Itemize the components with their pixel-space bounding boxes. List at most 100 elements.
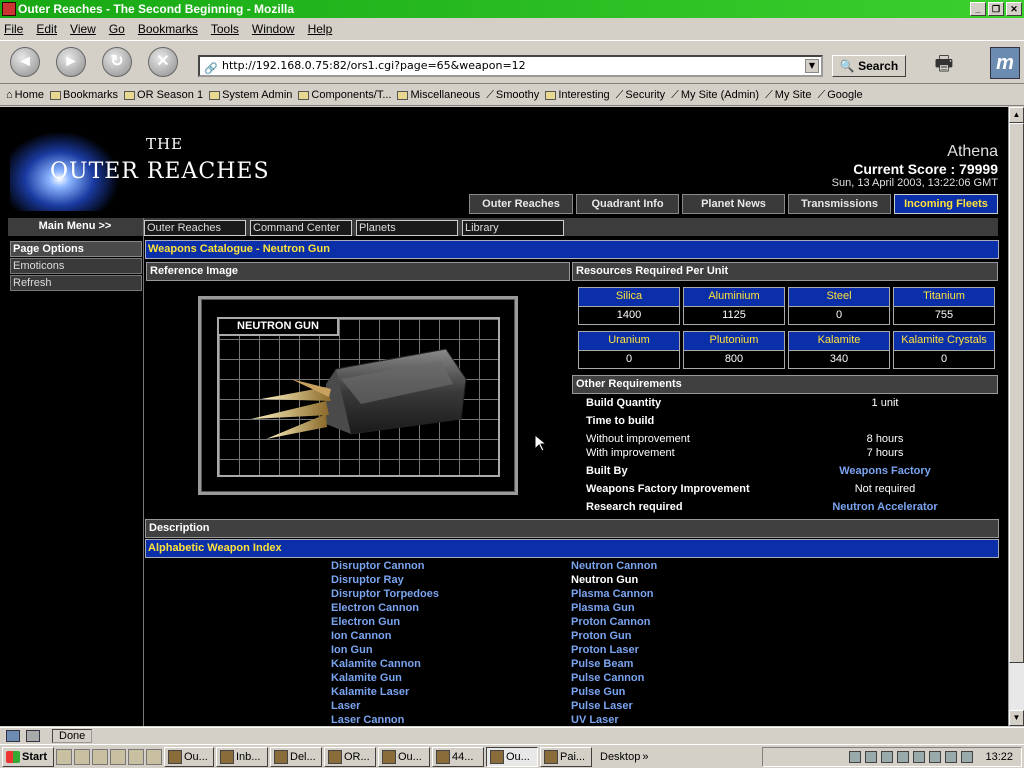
bookmark-security[interactable]: ⟋ Security <box>616 89 665 102</box>
connection-icon[interactable] <box>26 729 40 742</box>
weapon-link[interactable]: Ion Cannon <box>331 629 439 643</box>
bookmark-home[interactable]: ⌂ Home <box>6 89 44 101</box>
nav-emoticons[interactable]: Emoticons <box>10 258 142 274</box>
scroll-up-icon[interactable]: ▲ <box>1009 107 1024 123</box>
taskbar-task[interactable]: Pai... <box>540 746 592 767</box>
tab-planet-news[interactable]: Planet News <box>682 194 785 214</box>
weapon-link[interactable]: Ion Gun <box>331 643 439 657</box>
tab-outer-reaches[interactable]: Outer Reaches <box>469 194 573 214</box>
quicklaunch-icon[interactable] <box>110 748 126 765</box>
tab-quadrant-info[interactable]: Quadrant Info <box>576 194 679 214</box>
scroll-thumb[interactable] <box>1009 123 1024 663</box>
taskbar-task[interactable]: Del... <box>270 746 322 767</box>
menu-help[interactable]: Help <box>308 22 333 36</box>
chevron-right-icon[interactable]: » <box>642 751 648 763</box>
research-required-link[interactable]: Neutron Accelerator <box>760 501 1008 513</box>
clock[interactable]: 13:22 <box>985 751 1013 763</box>
weapon-link[interactable]: Proton Cannon <box>571 615 657 629</box>
mozilla-app-icon[interactable] <box>2 2 16 16</box>
bookmark-miscellaneous[interactable]: Miscellaneous <box>397 89 480 101</box>
scroll-down-icon[interactable]: ▼ <box>1009 710 1024 726</box>
outer-reaches-logo[interactable]: THE OUTER REACHES <box>10 121 280 213</box>
tray-icon[interactable] <box>849 751 862 763</box>
bookmark-smoothy[interactable]: ⟋ Smoothy <box>486 89 539 102</box>
weapon-link[interactable]: Disruptor Ray <box>331 573 439 587</box>
bookmark-my-site[interactable]: ⟋ My Site <box>765 89 811 102</box>
nav-refresh[interactable]: Refresh <box>10 275 142 291</box>
bookmark-my-site-admin[interactable]: ⟋ My Site (Admin) <box>671 89 759 102</box>
reload-button[interactable]: ↻ <box>102 47 132 77</box>
weapon-link[interactable]: Laser <box>331 699 439 713</box>
page-scrollbar[interactable]: ▲ ▼ <box>1008 107 1024 726</box>
subtab-library[interactable]: Library <box>462 220 564 236</box>
mozilla-status-icon[interactable] <box>6 729 20 742</box>
quicklaunch-icon[interactable] <box>128 748 144 765</box>
weapon-link[interactable]: Neutron Cannon <box>571 559 657 573</box>
subtab-outer-reaches[interactable]: Outer Reaches <box>144 220 246 236</box>
menu-window[interactable]: Window <box>252 22 295 36</box>
weapon-link[interactable]: Pulse Laser <box>571 699 657 713</box>
weapon-link[interactable]: Proton Laser <box>571 643 657 657</box>
bookmark-components[interactable]: Components/T... <box>298 89 391 101</box>
tray-icon[interactable] <box>913 751 926 763</box>
tray-icon[interactable] <box>897 751 910 763</box>
search-button[interactable]: 🔍 Search <box>832 55 906 77</box>
weapon-link[interactable]: Pulse Beam <box>571 657 657 671</box>
back-button[interactable]: ◄ <box>10 47 40 77</box>
weapon-link[interactable]: Kalamite Cannon <box>331 657 439 671</box>
stop-button[interactable]: ✕ <box>148 47 178 77</box>
print-icon[interactable]: 🖶 <box>930 49 958 77</box>
taskbar-task[interactable]: 44... <box>432 746 484 767</box>
quicklaunch-icon[interactable] <box>92 748 108 765</box>
weapon-link[interactable]: Proton Gun <box>571 629 657 643</box>
tab-transmissions[interactable]: Transmissions <box>788 194 891 214</box>
weapon-link[interactable]: Disruptor Cannon <box>331 559 439 573</box>
weapon-link[interactable]: Electron Gun <box>331 615 439 629</box>
taskbar-task-active[interactable]: Ou... <box>486 746 538 767</box>
bookmark-bookmarks[interactable]: Bookmarks <box>50 89 118 101</box>
weapon-link[interactable]: Disruptor Torpedoes <box>331 587 439 601</box>
built-by-link[interactable]: Weapons Factory <box>760 465 1008 477</box>
weapon-link[interactable]: Pulse Gun <box>571 685 657 699</box>
taskbar-task[interactable]: OR... <box>324 746 376 767</box>
quicklaunch-icon[interactable] <box>146 748 162 765</box>
forward-button[interactable]: ► <box>56 47 86 77</box>
weapon-link[interactable]: UV Laser <box>571 713 657 726</box>
taskbar-task[interactable]: Ou... <box>378 746 430 767</box>
volume-icon[interactable] <box>961 751 974 763</box>
menu-go[interactable]: Go <box>109 22 125 36</box>
main-menu-label[interactable]: Main Menu >> <box>8 218 142 236</box>
desktop-toolbar[interactable]: Desktop » <box>600 751 648 763</box>
start-button[interactable]: Start <box>2 746 54 767</box>
tab-incoming-fleets[interactable]: Incoming Fleets <box>894 194 998 214</box>
menu-view[interactable]: View <box>70 22 96 36</box>
bookmark-system-admin[interactable]: System Admin <box>209 89 292 101</box>
url-dropdown-icon[interactable]: ▼ <box>805 59 819 73</box>
tray-icon[interactable] <box>945 751 958 763</box>
weapon-link[interactable]: Plasma Cannon <box>571 587 657 601</box>
restore-button[interactable]: ❐ <box>988 2 1004 16</box>
bookmark-google[interactable]: ⟋ Google <box>817 89 862 102</box>
tray-icon[interactable] <box>881 751 894 763</box>
menu-tools[interactable]: Tools <box>211 22 239 36</box>
bookmark-or-season-1[interactable]: OR Season 1 <box>124 89 203 101</box>
weapon-link[interactable]: Kalamite Laser <box>331 685 439 699</box>
weapon-link[interactable]: Kalamite Gun <box>331 671 439 685</box>
bookmark-interesting[interactable]: Interesting <box>545 89 610 101</box>
subtab-planets[interactable]: Planets <box>356 220 458 236</box>
close-button[interactable]: ✕ <box>1006 2 1022 16</box>
menu-edit[interactable]: Edit <box>36 22 57 36</box>
menu-bookmarks[interactable]: Bookmarks <box>138 22 198 36</box>
menu-file[interactable]: File <box>4 22 23 36</box>
subtab-command-center[interactable]: Command Center <box>250 220 352 236</box>
mozilla-throbber-icon[interactable]: m <box>990 47 1020 79</box>
quicklaunch-icon[interactable] <box>74 748 90 765</box>
weapon-link[interactable]: Laser Cannon <box>331 713 439 726</box>
url-bar[interactable]: 🔗 http://192.168.0.75:82/ors1.cgi?page=6… <box>198 55 823 77</box>
taskbar-task[interactable]: Inb... <box>216 746 268 767</box>
taskbar-task[interactable]: Ou... <box>164 746 214 767</box>
minimize-button[interactable]: _ <box>970 2 986 16</box>
tray-icon[interactable] <box>929 751 942 763</box>
tray-icon[interactable] <box>865 751 878 763</box>
weapon-link[interactable]: Plasma Gun <box>571 601 657 615</box>
